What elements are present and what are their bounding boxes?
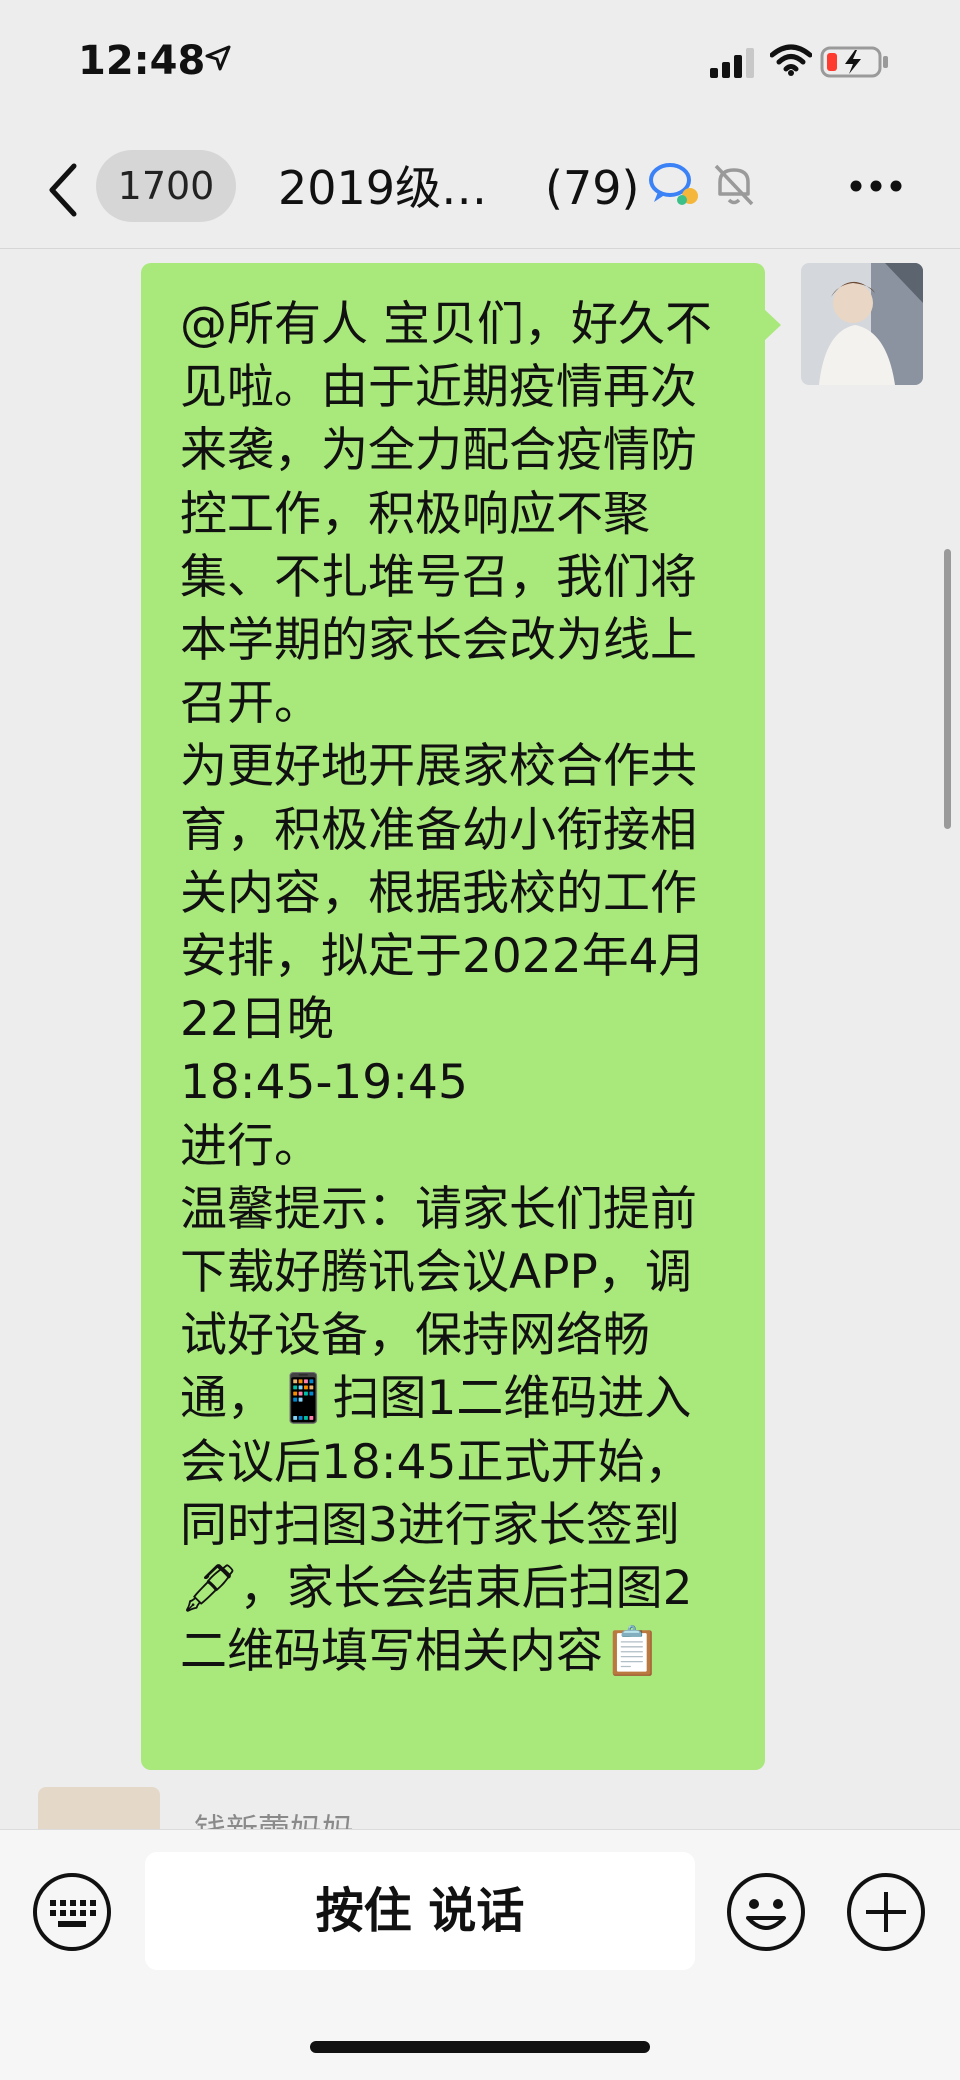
message-bubble[interactable]: @所有人 宝贝们，好久不见啦。由于近期疫情再次来袭，为全力配合疫情防控工作，积极… bbox=[141, 263, 781, 1770]
location-arrow-icon bbox=[204, 44, 232, 76]
member-count[interactable]: (79) bbox=[545, 158, 639, 218]
chat-messages[interactable]: @所有人 宝贝们，好久不见啦。由于近期疫情再次来袭，为全力配合疫情防控工作，积极… bbox=[0, 249, 960, 1829]
chat-header: 1700 2019级… (79) bbox=[0, 130, 960, 249]
sender-name: 钱新蕾妈妈 bbox=[194, 1805, 354, 1829]
chat-bubble-icon bbox=[648, 160, 700, 212]
message-text: @所有人 宝贝们，好久不见啦。由于近期疫情再次来袭，为全力配合疫情防控工作，积极… bbox=[180, 297, 712, 1680]
unread-count-badge[interactable]: 1700 bbox=[96, 150, 236, 222]
status-time: 12:48 bbox=[78, 38, 206, 84]
keyboard-icon[interactable] bbox=[32, 1872, 112, 1956]
input-bar: 按住 说话 bbox=[0, 1829, 960, 2080]
more-dots-icon[interactable] bbox=[846, 166, 906, 206]
wifi-icon bbox=[769, 44, 813, 80]
back-chevron-icon[interactable] bbox=[40, 160, 90, 220]
avatar[interactable] bbox=[801, 263, 923, 385]
chat-title[interactable]: 2019级… bbox=[278, 158, 487, 218]
status-bar: 12:48 bbox=[0, 0, 960, 130]
hold-to-talk-button[interactable]: 按住 说话 bbox=[145, 1852, 695, 1970]
plus-icon[interactable] bbox=[846, 1872, 926, 1956]
avatar[interactable] bbox=[38, 1787, 160, 1829]
emoji-icon[interactable] bbox=[726, 1872, 806, 1956]
mute-bell-icon bbox=[712, 162, 756, 212]
battery-low-icon bbox=[820, 46, 890, 82]
signal-icon bbox=[710, 48, 760, 82]
scroll-indicator[interactable] bbox=[944, 549, 951, 829]
home-indicator[interactable] bbox=[310, 2041, 650, 2053]
